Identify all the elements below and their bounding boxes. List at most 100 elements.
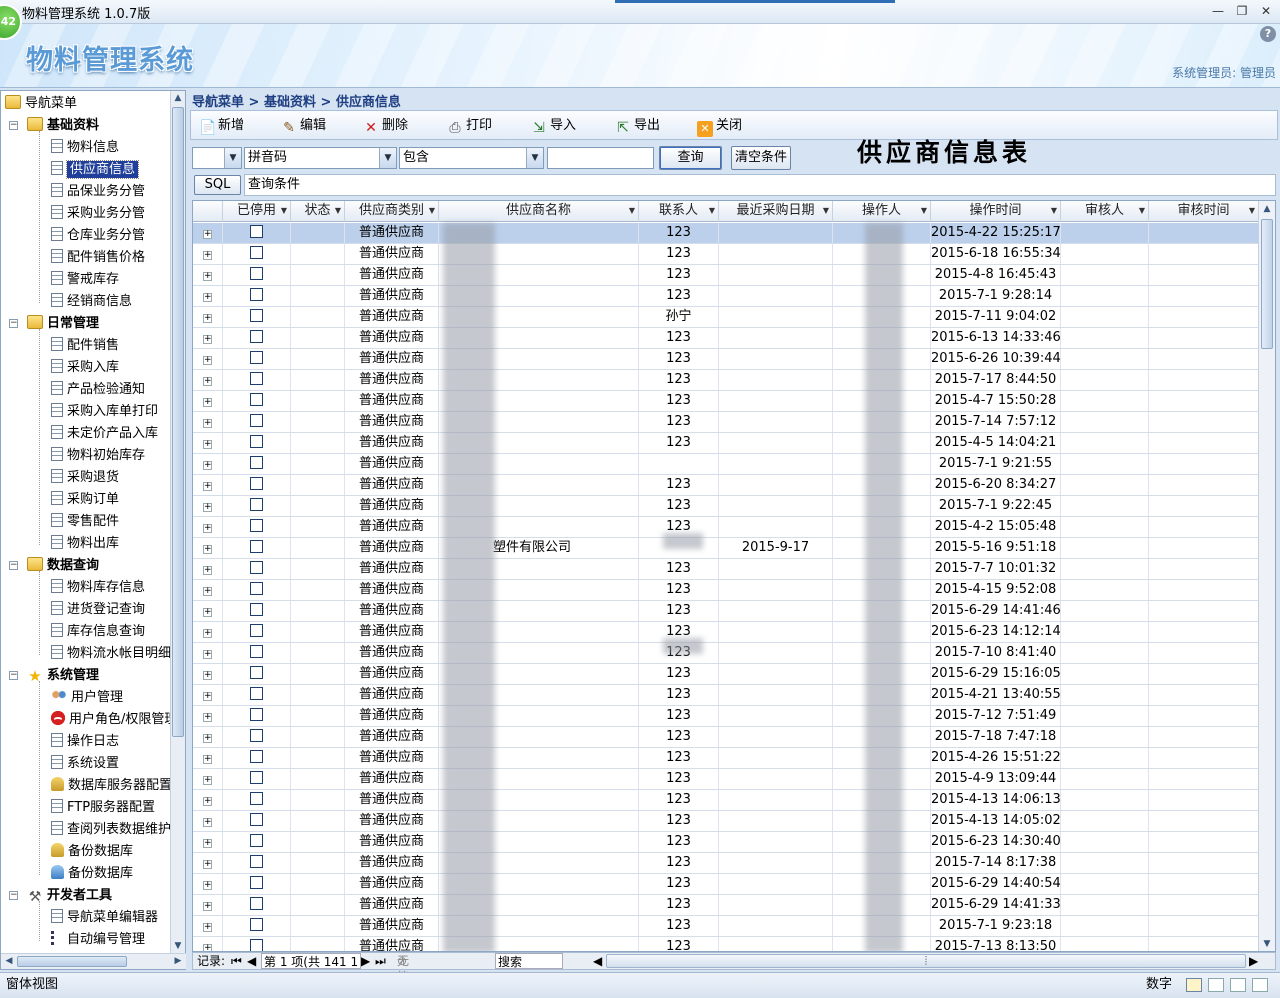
sort-dropdown-icon[interactable]: ▼	[1249, 201, 1255, 221]
column-header[interactable]: 已停用 ▼	[223, 201, 291, 222]
nav-item[interactable]: 仓库业务分管	[51, 225, 145, 247]
disabled-checkbox[interactable]	[250, 393, 263, 406]
nav-item[interactable]: 警戒库存	[51, 269, 119, 291]
nav-item[interactable]: 备份数据库	[51, 863, 133, 885]
expand-row-icon[interactable]: +	[203, 902, 212, 911]
expand-row-icon[interactable]: +	[203, 587, 212, 596]
close-button[interactable]: ✕ 关闭	[697, 116, 742, 137]
expand-row-icon[interactable]: +	[203, 839, 212, 848]
table-row[interactable]: + 普通供应商 123 2015-4-8 16:45:43	[193, 265, 1259, 286]
table-row[interactable]: + 普通供应商 123 2015-7-14 7:57:12	[193, 412, 1259, 433]
nav-hscroll-thumb[interactable]	[17, 956, 127, 967]
filter-operator-select[interactable]: 包含 ▼	[399, 147, 544, 169]
disabled-checkbox[interactable]	[250, 645, 263, 658]
nav-item[interactable]: 采购入库	[51, 357, 119, 379]
table-row[interactable]: + 普通供应商 123 2015-4-15 9:52:08	[193, 580, 1259, 601]
expand-row-icon[interactable]: +	[203, 734, 212, 743]
nav-item[interactable]: 供应商信息	[51, 159, 140, 181]
table-row[interactable]: + 普通供应商 123 2015-7-7 10:01:32	[193, 559, 1259, 580]
expand-row-icon[interactable]: +	[203, 314, 212, 323]
disabled-checkbox[interactable]	[250, 477, 263, 490]
expand-row-icon[interactable]: +	[203, 923, 212, 932]
sort-dropdown-icon[interactable]: ▼	[629, 201, 635, 221]
design-view-icon[interactable]	[1252, 978, 1268, 992]
expand-row-icon[interactable]: +	[203, 608, 212, 617]
nav-item[interactable]: 查阅列表数据维护	[51, 819, 171, 841]
prev-record-icon[interactable]: ◀	[247, 953, 256, 969]
grid-hscroll-thumb[interactable]: ⦙	[606, 954, 1246, 968]
expand-row-icon[interactable]: +	[203, 776, 212, 785]
nav-item[interactable]: 库存信息查询	[51, 621, 145, 643]
expand-row-icon[interactable]: +	[203, 755, 212, 764]
expand-row-icon[interactable]: +	[203, 671, 212, 680]
disabled-checkbox[interactable]	[250, 666, 263, 679]
expand-row-icon[interactable]: +	[203, 293, 212, 302]
filter-field-select[interactable]: 拼音码 ▼	[244, 147, 397, 169]
nav-item[interactable]: 物料信息	[51, 137, 119, 159]
table-row[interactable]: + 普通供应商 塑件有限公司 2015-9-17 2015-5-16 9:51:18	[193, 538, 1259, 559]
table-row[interactable]: + 普通供应商 123 2015-4-13 14:05:02	[193, 811, 1259, 832]
sort-dropdown-icon[interactable]: ▼	[921, 201, 927, 221]
disabled-checkbox[interactable]	[250, 939, 263, 951]
disabled-checkbox[interactable]	[250, 561, 263, 574]
table-row[interactable]: + 普通供应商 孙宁 2015-7-11 9:04:02	[193, 307, 1259, 328]
expand-row-icon[interactable]: +	[203, 461, 212, 470]
table-row[interactable]: + 普通供应商 123 2015-4-7 15:50:28	[193, 391, 1259, 412]
minimize-button[interactable]: —	[1206, 2, 1230, 20]
nav-item[interactable]: 用户角色/权限管理	[51, 709, 171, 731]
table-row[interactable]: + 普通供应商 123 2015-6-23 14:12:14	[193, 622, 1259, 643]
table-row[interactable]: + 普通供应商 2015-7-1 9:21:55	[193, 454, 1259, 475]
add-button[interactable]: 📄 新增	[199, 116, 244, 136]
disabled-checkbox[interactable]	[250, 687, 263, 700]
nav-scroll-thumb[interactable]	[172, 107, 184, 737]
table-row[interactable]: + 普通供应商 123 2015-6-29 14:41:33	[193, 895, 1259, 916]
table-row[interactable]: + 普通供应商 123 2015-4-26 15:51:22	[193, 748, 1259, 769]
expand-row-icon[interactable]: +	[203, 335, 212, 344]
column-header[interactable]: 供应商名称 ▼	[439, 201, 639, 222]
disabled-checkbox[interactable]	[250, 750, 263, 763]
query-condition-field[interactable]: 查询条件	[244, 174, 1276, 196]
expand-row-icon[interactable]: +	[203, 419, 212, 428]
scroll-down-icon[interactable]: ▼	[171, 939, 185, 953]
column-header[interactable]: 联系人 ▼	[639, 201, 719, 222]
sql-button[interactable]: SQL	[194, 175, 241, 195]
nav-item[interactable]: 采购退货	[51, 467, 119, 489]
layout-view-icon[interactable]	[1230, 978, 1246, 992]
disabled-checkbox[interactable]	[250, 309, 263, 322]
sort-dropdown-icon[interactable]: ▼	[1139, 201, 1145, 221]
grid-scroll-thumb[interactable]	[1261, 219, 1273, 349]
edit-button[interactable]: ✎ 编辑	[281, 116, 326, 136]
expand-row-icon[interactable]: +	[203, 356, 212, 365]
nav-group-2[interactable]: 数据查询	[27, 555, 99, 577]
sort-dropdown-icon[interactable]: ▼	[823, 201, 829, 221]
table-row[interactable]: + 普通供应商 123 2015-7-1 9:22:45	[193, 496, 1259, 517]
table-row[interactable]: + 普通供应商 123 2015-4-13 14:06:13	[193, 790, 1259, 811]
disabled-checkbox[interactable]	[250, 582, 263, 595]
table-row[interactable]: + 普通供应商 123 2015-7-18 7:47:18	[193, 727, 1259, 748]
disabled-checkbox[interactable]	[250, 603, 263, 616]
expand-row-icon[interactable]: +	[203, 692, 212, 701]
restore-button[interactable]: ❐	[1230, 2, 1254, 20]
datasheet-view-icon[interactable]	[1208, 978, 1224, 992]
table-row[interactable]: + 普通供应商 123 2015-7-14 8:17:38	[193, 853, 1259, 874]
nav-item[interactable]: 品保业务分管	[51, 181, 145, 203]
expand-row-icon[interactable]: +	[203, 272, 212, 281]
scroll-up-icon[interactable]: ▲	[1260, 202, 1274, 216]
expand-row-icon[interactable]: +	[203, 797, 212, 806]
column-header[interactable]: 操作人 ▼	[833, 201, 931, 222]
column-header[interactable]: 操作时间 ▼	[931, 201, 1061, 222]
expand-row-icon[interactable]: +	[203, 524, 212, 533]
query-button[interactable]: 查询	[659, 146, 722, 170]
form-view-icon[interactable]	[1186, 978, 1202, 992]
disabled-checkbox[interactable]	[250, 414, 263, 427]
column-header[interactable]: 状态 ▼	[291, 201, 345, 222]
expand-row-icon[interactable]: +	[203, 230, 212, 239]
table-row[interactable]: + 普通供应商 123 2015-7-13 8:13:50	[193, 937, 1259, 951]
nav-item[interactable]: 采购业务分管	[51, 203, 145, 225]
expand-row-icon[interactable]: +	[203, 377, 212, 386]
expand-row-icon[interactable]: +	[203, 944, 212, 951]
disabled-checkbox[interactable]	[250, 351, 263, 364]
table-row[interactable]: + 普通供应商 123 2015-4-9 13:09:44	[193, 769, 1259, 790]
sort-dropdown-icon[interactable]: ▼	[281, 201, 287, 221]
import-button[interactable]: ⇲ 导入	[531, 116, 576, 136]
